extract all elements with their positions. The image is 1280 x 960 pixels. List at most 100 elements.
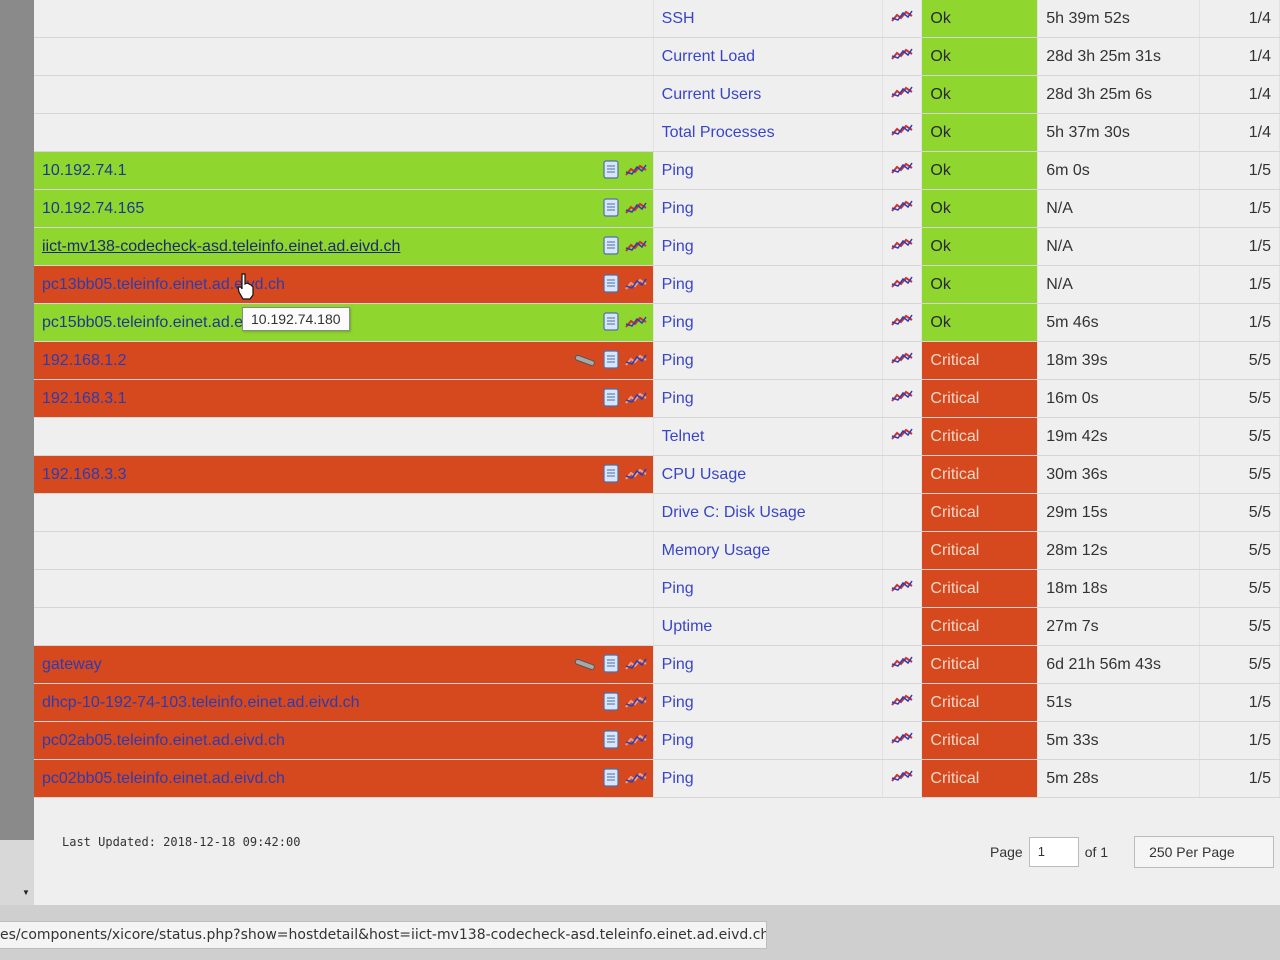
service-cell: Uptime: [653, 607, 884, 646]
host-link[interactable]: 192.168.1.2: [42, 352, 127, 369]
service-performance-graph-icon[interactable]: [891, 580, 914, 597]
host-link[interactable]: pc02bb05.teleinfo.einet.ad.eivd.ch: [42, 770, 285, 787]
host-performance-graph-icon[interactable]: [624, 771, 647, 790]
service-performance-graph-icon[interactable]: [891, 390, 914, 407]
service-performance-graph-icon[interactable]: [891, 694, 914, 711]
host-detail-doc-icon[interactable]: [603, 768, 619, 792]
host-link[interactable]: pc02ab05.teleinfo.einet.ad.eivd.ch: [42, 732, 285, 749]
host-performance-graph-icon[interactable]: [624, 277, 647, 296]
attempt-cell: 1/4: [1199, 75, 1280, 114]
service-link[interactable]: Ping: [662, 732, 694, 749]
service-link[interactable]: Total Processes: [662, 124, 775, 141]
service-graph-cell: [882, 151, 923, 190]
service-performance-graph-icon[interactable]: [891, 162, 914, 179]
host-link[interactable]: 192.168.3.1: [42, 390, 127, 407]
host-cell: pc02ab05.teleinfo.einet.ad.eivd.ch: [34, 721, 654, 760]
service-performance-graph-icon[interactable]: [891, 770, 914, 787]
host-performance-graph-icon[interactable]: [624, 467, 647, 486]
service-link[interactable]: CPU Usage: [662, 466, 746, 483]
host-performance-graph-icon[interactable]: [624, 733, 647, 752]
host-detail-doc-icon[interactable]: [603, 160, 619, 184]
service-link[interactable]: Ping: [662, 390, 694, 407]
service-performance-graph-icon[interactable]: [891, 124, 914, 141]
host-action-icons: [603, 312, 647, 336]
host-detail-doc-icon[interactable]: [603, 388, 619, 412]
service-link[interactable]: Ping: [662, 656, 694, 673]
service-graph-cell: [882, 0, 923, 38]
service-performance-graph-icon[interactable]: [891, 48, 914, 65]
service-performance-graph-icon[interactable]: [891, 428, 914, 445]
per-page-select[interactable]: 250 Per Page: [1134, 836, 1275, 868]
service-link[interactable]: Uptime: [662, 618, 713, 635]
host-cell: gateway: [34, 645, 654, 684]
wrench-icon[interactable]: [573, 353, 597, 371]
service-cell: Ping: [653, 151, 884, 190]
host-performance-graph-icon[interactable]: [624, 201, 647, 220]
service-performance-graph-icon[interactable]: [891, 86, 914, 103]
service-performance-graph-icon[interactable]: [891, 656, 914, 673]
host-detail-doc-icon[interactable]: [603, 274, 619, 298]
wrench-icon[interactable]: [573, 657, 597, 675]
service-link[interactable]: Ping: [662, 694, 694, 711]
host-link[interactable]: iict-mv138-codecheck-asd.teleinfo.einet.…: [42, 238, 400, 255]
host-detail-doc-icon[interactable]: [603, 236, 619, 260]
host-link[interactable]: dhcp-10-192-74-103.teleinfo.einet.ad.eiv…: [42, 694, 360, 711]
page-number-input[interactable]: 1: [1028, 837, 1079, 867]
service-link[interactable]: Drive C: Disk Usage: [662, 504, 806, 521]
host-performance-graph-icon[interactable]: [624, 353, 647, 372]
service-link[interactable]: Ping: [662, 162, 694, 179]
host-performance-graph-icon[interactable]: [624, 163, 647, 182]
host-link[interactable]: 10.192.74.165: [42, 200, 144, 217]
service-link[interactable]: Memory Usage: [662, 542, 770, 559]
host-cell: [34, 607, 654, 646]
host-link[interactable]: 10.192.74.1: [42, 162, 127, 179]
service-cell: Current Load: [653, 37, 884, 76]
host-detail-doc-icon[interactable]: [603, 198, 619, 222]
host-detail-doc-icon[interactable]: [603, 654, 619, 678]
host-link[interactable]: gateway: [42, 656, 102, 673]
service-performance-graph-icon[interactable]: [891, 10, 914, 27]
host-performance-graph-icon[interactable]: [624, 391, 647, 410]
service-performance-graph-icon[interactable]: [891, 732, 914, 749]
service-state-badge: Critical: [921, 645, 1039, 684]
service-link[interactable]: Ping: [662, 352, 694, 369]
host-cell: [34, 75, 654, 114]
service-link[interactable]: Telnet: [662, 428, 705, 445]
service-link[interactable]: Ping: [662, 770, 694, 787]
service-performance-graph-icon[interactable]: [891, 238, 914, 255]
attempt-cell: 1/5: [1199, 265, 1280, 304]
scroll-down-arrow-icon[interactable]: ▼: [22, 888, 30, 897]
host-performance-graph-icon[interactable]: [624, 695, 647, 714]
host-performance-graph-icon[interactable]: [624, 315, 647, 334]
service-link[interactable]: Ping: [662, 276, 694, 293]
service-performance-graph-icon[interactable]: [891, 276, 914, 293]
service-link[interactable]: Current Users: [662, 86, 762, 103]
duration-cell: N/A: [1037, 227, 1201, 266]
service-link[interactable]: Ping: [662, 238, 694, 255]
host-detail-doc-icon[interactable]: [603, 350, 619, 374]
host-detail-doc-icon[interactable]: [603, 464, 619, 488]
host-detail-doc-icon[interactable]: [603, 312, 619, 336]
host-detail-doc-icon[interactable]: [603, 692, 619, 716]
service-link[interactable]: Current Load: [662, 48, 755, 65]
service-graph-cell: [882, 379, 923, 418]
service-link[interactable]: Ping: [662, 314, 694, 331]
service-cell: Ping: [653, 759, 884, 798]
service-performance-graph-icon[interactable]: [891, 314, 914, 331]
service-link[interactable]: Ping: [662, 580, 694, 597]
attempt-cell: 5/5: [1199, 645, 1280, 684]
service-link[interactable]: Ping: [662, 200, 694, 217]
service-graph-cell: [882, 341, 923, 380]
service-cell: Drive C: Disk Usage: [653, 493, 884, 532]
host-link[interactable]: 192.168.3.3: [42, 466, 127, 483]
service-performance-graph-icon[interactable]: [891, 200, 914, 217]
service-cell: Current Users: [653, 75, 884, 114]
service-link[interactable]: SSH: [662, 10, 695, 27]
host-performance-graph-icon[interactable]: [624, 239, 647, 258]
host-detail-doc-icon[interactable]: [603, 730, 619, 754]
attempt-cell: 5/5: [1199, 569, 1280, 608]
service-cell: Ping: [653, 569, 884, 608]
host-action-icons: [573, 350, 647, 374]
host-performance-graph-icon[interactable]: [624, 657, 647, 676]
service-performance-graph-icon[interactable]: [891, 352, 914, 369]
